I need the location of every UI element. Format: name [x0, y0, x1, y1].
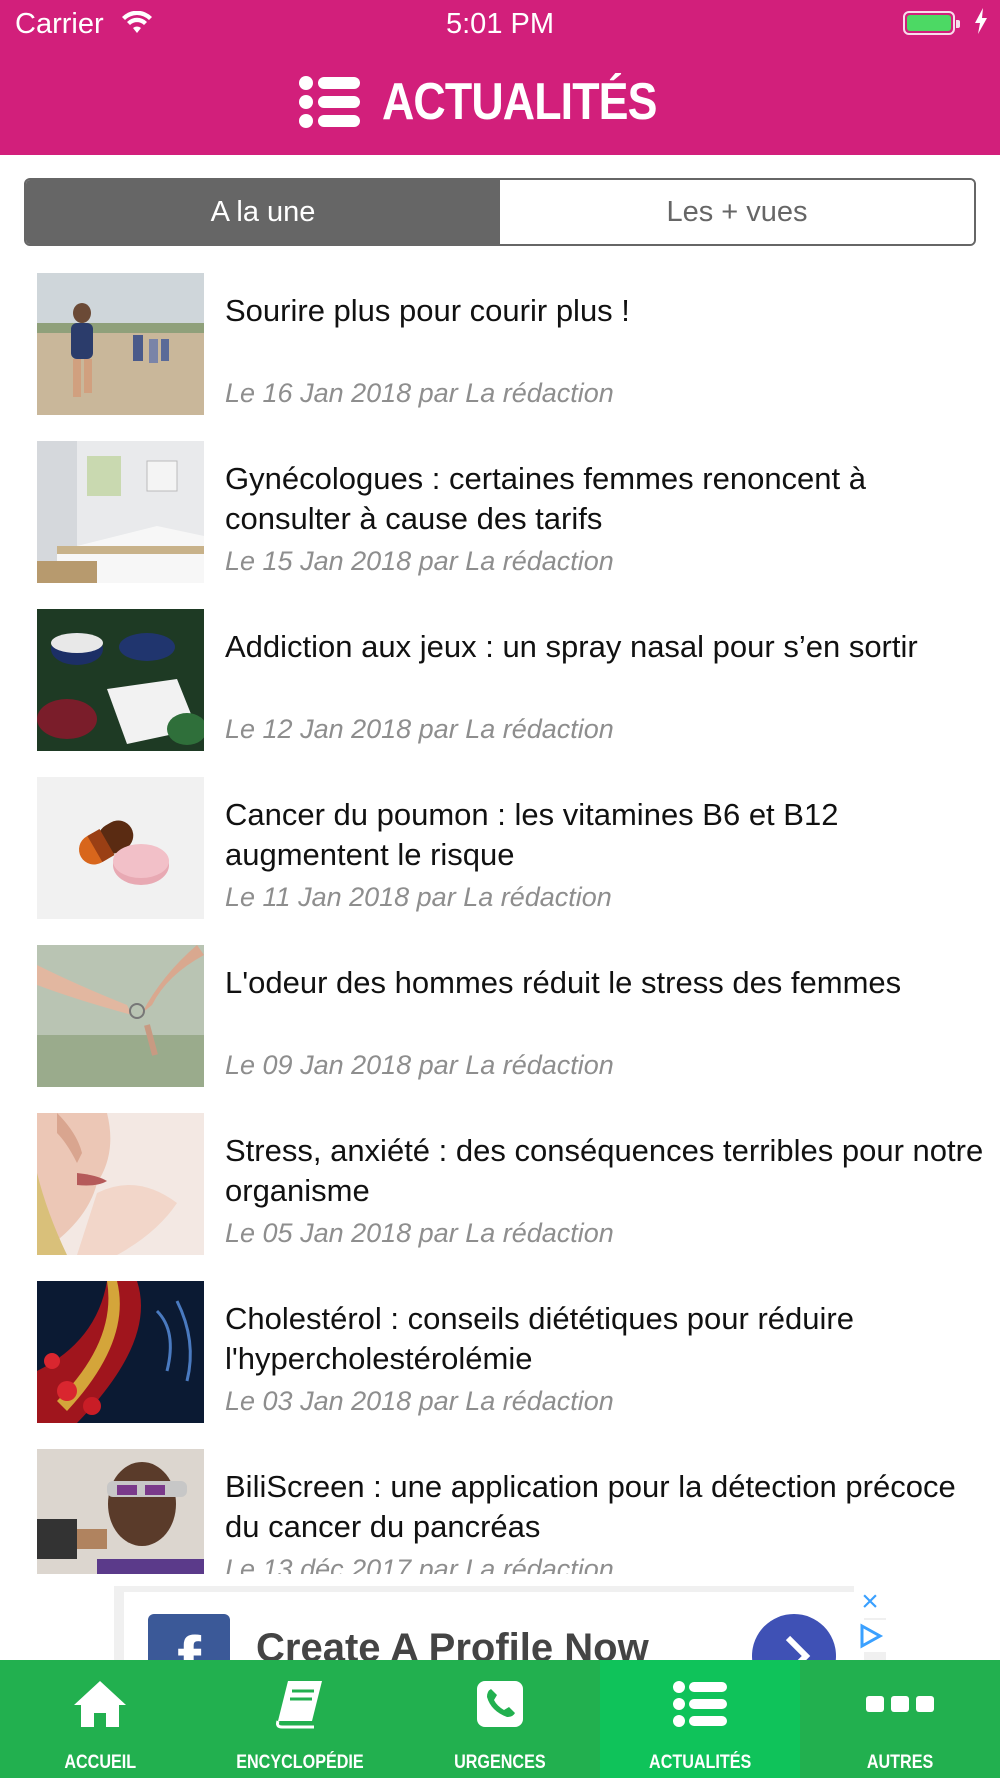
article-meta: Le 13 déc 2017 par La rédaction [225, 1554, 614, 1574]
home-icon [72, 1674, 128, 1734]
page-title: ACTUALITÉS [382, 73, 657, 131]
article-meta: Le 16 Jan 2018 par La rédaction [225, 378, 614, 408]
article-thumbnail [37, 945, 204, 1087]
tab-label: ENCYCLOPÉDIE [236, 1752, 364, 1773]
more-icon [866, 1674, 934, 1734]
article-title: Stress, anxiété : des conséquences terri… [225, 1133, 984, 1208]
list-item[interactable]: Cholestérol : conseils diététiques pour … [37, 1276, 987, 1423]
charging-bolt-icon [974, 8, 988, 42]
article-thumbnail [37, 777, 204, 919]
list-item[interactable]: L'odeur des hommes réduit le stress des … [37, 940, 987, 1087]
book-icon [274, 1674, 326, 1734]
article-thumbnail [37, 441, 204, 583]
article-meta: Le 03 Jan 2018 par La rédaction [225, 1386, 614, 1416]
tab-label: URGENCES [454, 1752, 546, 1773]
tab-label: AUTRES [866, 1752, 934, 1773]
list-icon [298, 75, 361, 129]
article-meta: Le 05 Jan 2018 par La rédaction [225, 1218, 614, 1248]
article-thumbnail [37, 1449, 204, 1574]
tab-bar: ACCUEIL ENCYCLOPÉDIE URGENCES ACTUALITÉS… [0, 1660, 1000, 1778]
ad-banner[interactable]: f Create A Profile Now × [114, 1586, 886, 1660]
article-thumbnail [37, 609, 204, 751]
article-title: Cancer du poumon : les vitamines B6 et B… [225, 797, 839, 872]
tab-label: ACCUEIL [64, 1752, 136, 1773]
ad-content: f Create A Profile Now [124, 1592, 864, 1660]
tab-urgences[interactable]: URGENCES [400, 1660, 600, 1778]
article-title: L'odeur des hommes réduit le stress des … [225, 965, 902, 1000]
status-time: 5:01 PM [446, 8, 554, 40]
status-bar: Carrier 5:01 PM [0, 0, 1000, 50]
chevron-right-icon[interactable] [752, 1614, 836, 1660]
article-list: Sourire plus pour courir plus ! Le 16 Ja… [0, 268, 1000, 1574]
article-title: BiliScreen : une application pour la dét… [225, 1469, 956, 1544]
article-title: Sourire plus pour courir plus ! [225, 293, 630, 328]
app-header: Carrier 5:01 PM ACTUALITÉS [0, 0, 1000, 155]
list-item[interactable]: Gynécologues : certaines femmes renoncen… [37, 436, 987, 583]
article-thumbnail [37, 1281, 204, 1423]
list-item[interactable]: Addiction aux jeux : un spray nasal pour… [37, 604, 987, 751]
article-title: Cholestérol : conseils diététiques pour … [225, 1301, 854, 1376]
tab-autres[interactable]: AUTRES [800, 1660, 1000, 1778]
segmented-control: A la une Les + vues [24, 178, 976, 246]
phone-icon [475, 1674, 525, 1734]
tab-label: ACTUALITÉS [648, 1752, 752, 1773]
segment-a-la-une[interactable]: A la une [26, 180, 500, 244]
tab-actualites[interactable]: ACTUALITÉS [600, 1660, 800, 1778]
article-meta: Le 12 Jan 2018 par La rédaction [225, 714, 614, 744]
article-meta: Le 09 Jan 2018 par La rédaction [225, 1050, 614, 1080]
list-item[interactable]: Stress, anxiété : des conséquences terri… [37, 1108, 987, 1255]
list-item[interactable]: Sourire plus pour courir plus ! Le 16 Ja… [37, 268, 987, 415]
list-item[interactable]: BiliScreen : une application pour la dét… [37, 1444, 987, 1574]
tab-accueil[interactable]: ACCUEIL [0, 1660, 200, 1778]
segment-les-plus-vues[interactable]: Les + vues [500, 180, 974, 244]
header-title-bar: ACTUALITÉS [0, 62, 1000, 142]
tab-encyclopedie[interactable]: ENCYCLOPÉDIE [200, 1660, 400, 1778]
article-meta: Le 15 Jan 2018 par La rédaction [225, 546, 614, 576]
list-icon [673, 1674, 727, 1734]
list-item[interactable]: Cancer du poumon : les vitamines B6 et B… [37, 772, 987, 919]
article-title: Addiction aux jeux : un spray nasal pour… [225, 629, 918, 664]
battery-icon [903, 11, 960, 35]
ad-choices-icon[interactable] [854, 1620, 886, 1652]
article-thumbnail [37, 273, 204, 415]
article-title: Gynécologues : certaines femmes renoncen… [225, 461, 867, 536]
article-thumbnail [37, 1113, 204, 1255]
article-meta: Le 11 Jan 2018 par La rédaction [225, 882, 612, 912]
ad-text: Create A Profile Now [256, 1626, 649, 1660]
close-icon[interactable]: × [854, 1586, 886, 1618]
facebook-icon: f [148, 1614, 230, 1660]
